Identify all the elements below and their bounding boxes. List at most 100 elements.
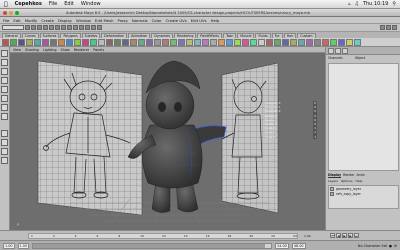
surface-icon[interactable] xyxy=(250,38,257,46)
layer-menu-item[interactable]: Options xyxy=(341,179,353,183)
step-back-icon[interactable]: ◀ xyxy=(336,233,341,238)
layer-tab-render[interactable]: Render xyxy=(343,173,354,178)
layer-tab-anim[interactable]: Anim xyxy=(357,173,365,178)
lasso-tool-icon[interactable] xyxy=(1,59,8,66)
start-time-field[interactable]: 1.00 xyxy=(3,242,15,249)
layer-menu-item[interactable]: Help xyxy=(356,179,363,183)
volume-icon[interactable]: ♫ xyxy=(354,1,358,7)
maya-menu-item[interactable]: Create xyxy=(41,18,54,23)
panel-menu-item[interactable]: Lighting xyxy=(43,48,57,52)
select-component-icon[interactable] xyxy=(55,25,60,30)
select-tool-icon[interactable] xyxy=(1,50,8,57)
last-tool-icon[interactable] xyxy=(1,113,8,120)
current-frame[interactable]: 1.00 xyxy=(304,234,311,238)
cone-icon[interactable] xyxy=(226,38,233,46)
visibility-toggle[interactable]: V xyxy=(330,186,334,191)
plane-icon[interactable] xyxy=(234,38,241,46)
range-bar[interactable] xyxy=(32,242,273,249)
maya-menu-item[interactable]: Edit xyxy=(13,18,20,23)
cylinder-icon[interactable] xyxy=(314,38,321,46)
history-icon[interactable] xyxy=(79,25,84,30)
col-channels[interactable]: Channels xyxy=(328,56,343,60)
deform-icon[interactable] xyxy=(178,38,185,46)
playback-end-field[interactable]: 24.00 xyxy=(275,242,289,249)
viewport-perspective[interactable]: View Shading Lighting Show Renderer Pane… xyxy=(10,47,325,230)
app-menu[interactable]: Cepehkos xyxy=(15,1,42,7)
maya-menu-item[interactable]: Create UVs xyxy=(166,18,187,23)
layer-menu-item[interactable]: Layers xyxy=(328,179,338,183)
show-attribute-icon[interactable] xyxy=(380,25,385,30)
layout-side-icon[interactable] xyxy=(1,148,8,155)
curve-icon[interactable] xyxy=(146,38,153,46)
scale-tool-icon[interactable] xyxy=(1,95,8,102)
channel-row[interactable]: Scale Z 1 xyxy=(265,134,317,139)
subdiv-icon[interactable] xyxy=(266,38,273,46)
torus-icon[interactable] xyxy=(194,38,201,46)
layer-row[interactable]: V refs_copy_layer xyxy=(329,191,398,196)
layout-single-icon[interactable] xyxy=(1,130,8,137)
panel-menu-item[interactable]: Shading xyxy=(25,48,39,52)
deform-icon[interactable] xyxy=(82,38,89,46)
deform-icon[interactable] xyxy=(274,38,281,46)
preferences-icon[interactable]: ⚙ xyxy=(394,244,397,248)
curve-icon[interactable] xyxy=(50,38,57,46)
attribute-editor-icon[interactable] xyxy=(335,47,341,54)
surface-icon[interactable] xyxy=(58,38,65,46)
time-track[interactable]: 1 2 4 6 8 10 12 14 16 18 20 22 24 xyxy=(28,233,298,239)
layout-outliner-icon[interactable] xyxy=(1,157,8,164)
end-time-field[interactable]: 48.00 xyxy=(291,242,306,249)
save-scene-icon[interactable] xyxy=(37,25,42,30)
curve-icon[interactable] xyxy=(338,38,345,46)
torus-icon[interactable] xyxy=(98,38,105,46)
panel-menu-item[interactable]: Panels xyxy=(93,48,104,52)
layout-four-icon[interactable] xyxy=(1,139,8,146)
auto-key-icon[interactable]: ● xyxy=(389,244,392,248)
visibility-toggle[interactable]: V xyxy=(330,191,334,196)
torus-icon[interactable] xyxy=(290,38,297,46)
show-tool-settings-icon[interactable] xyxy=(392,25,397,30)
zoom-icon[interactable] xyxy=(15,10,19,15)
render-settings-icon[interactable] xyxy=(97,25,102,30)
go-end-icon[interactable]: ⏭ xyxy=(354,233,359,238)
clock[interactable]: Thu 10:19 xyxy=(363,1,388,7)
bone-icon[interactable] xyxy=(90,38,97,46)
ipr-render-icon[interactable] xyxy=(91,25,96,30)
cone-icon[interactable] xyxy=(322,38,329,46)
channel-value[interactable]: 1 xyxy=(313,134,317,139)
sphere-icon[interactable] xyxy=(202,38,209,46)
new-scene-icon[interactable] xyxy=(25,25,30,30)
cylinder-icon[interactable] xyxy=(122,38,129,46)
minimize-icon[interactable] xyxy=(9,10,13,15)
go-start-icon[interactable]: ⏮ xyxy=(330,233,335,238)
spotlight-icon[interactable]: ⚲ xyxy=(392,1,396,7)
select-hierarchy-icon[interactable] xyxy=(43,25,48,30)
polygon-icon[interactable] xyxy=(354,38,361,46)
mode-selector-icon[interactable] xyxy=(2,25,24,30)
torus-icon[interactable] xyxy=(2,38,9,46)
subdiv-icon[interactable] xyxy=(74,38,81,46)
sphere-icon[interactable] xyxy=(106,38,113,46)
character-set-menu[interactable]: No Character Set xyxy=(358,244,387,248)
apple-icon[interactable]:  xyxy=(4,1,8,8)
wifi-icon[interactable]: ▵ xyxy=(348,1,351,7)
cube-icon[interactable] xyxy=(306,38,313,46)
maya-menu-item[interactable]: Modify xyxy=(25,18,38,23)
polygon-icon[interactable] xyxy=(66,38,73,46)
cube-icon[interactable] xyxy=(18,38,25,46)
plane-icon[interactable] xyxy=(42,38,49,46)
cone-icon[interactable] xyxy=(34,38,41,46)
render-icon[interactable] xyxy=(85,25,90,30)
close-icon[interactable] xyxy=(3,10,7,15)
plane-icon[interactable] xyxy=(330,38,337,46)
subdiv-icon[interactable] xyxy=(170,38,177,46)
cube-icon[interactable] xyxy=(114,38,121,46)
playback-start-field[interactable]: 1.00 xyxy=(17,242,30,249)
maya-menu-item[interactable]: Edit UVs xyxy=(191,18,207,23)
maya-menu-item[interactable]: Help xyxy=(211,18,220,23)
maya-menu-item[interactable]: File xyxy=(3,18,9,23)
menu-window[interactable]: Window xyxy=(81,1,101,7)
layer-tab-display[interactable]: Display xyxy=(328,173,342,178)
range-knob[interactable] xyxy=(33,243,266,248)
channel-list[interactable] xyxy=(328,63,399,171)
step-forward-icon[interactable]: ▶ xyxy=(348,233,353,238)
